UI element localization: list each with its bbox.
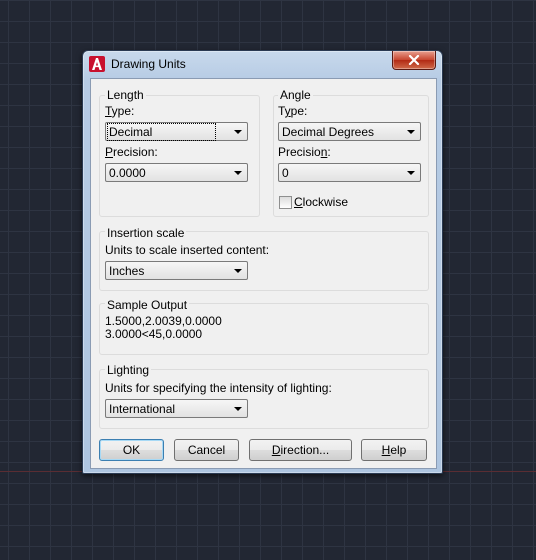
- length-precision-label: Precision:: [105, 145, 158, 159]
- angle-type-select[interactable]: Decimal Degrees: [278, 122, 421, 141]
- chevron-down-icon: [407, 130, 415, 134]
- insertion-units-label: Units to scale inserted content:: [105, 243, 270, 257]
- chevron-down-icon: [407, 171, 415, 175]
- clockwise-checkbox[interactable]: [279, 196, 292, 209]
- angle-type-value: Decimal Degrees: [282, 125, 375, 139]
- window-title: Drawing Units: [111, 57, 186, 71]
- close-icon: [408, 55, 420, 65]
- angle-precision-label: Precision:: [278, 145, 331, 159]
- lighting-group-label: Lighting: [105, 363, 152, 377]
- angle-precision-value: 0: [282, 166, 289, 180]
- length-type-select[interactable]: Decimal: [105, 122, 248, 141]
- sample-output-group-label: Sample Output: [105, 298, 190, 312]
- chevron-down-icon: [234, 269, 242, 273]
- dialog-client-area: Length Type: Decimal Precision: 0.0000 A…: [90, 78, 437, 469]
- length-type-value: Decimal: [106, 123, 217, 141]
- sample-output-line-2: 3.0000<45,0.0000: [105, 327, 203, 341]
- drawing-units-dialog: Drawing Units Length Type: Decimal Preci…: [82, 50, 443, 474]
- chevron-down-icon: [234, 130, 242, 134]
- autocad-icon: [89, 56, 105, 72]
- lighting-units-select[interactable]: International: [105, 399, 248, 418]
- insertion-units-value: Inches: [109, 264, 145, 278]
- angle-type-label: Type:: [278, 104, 308, 118]
- close-button[interactable]: [392, 51, 436, 70]
- direction-button[interactable]: Direction...: [249, 439, 352, 461]
- chevron-down-icon: [234, 171, 242, 175]
- cancel-button[interactable]: Cancel: [174, 439, 239, 461]
- length-group-label: Length: [105, 88, 146, 102]
- title-bar[interactable]: Drawing Units: [83, 51, 442, 77]
- angle-group-label: Angle: [278, 88, 313, 102]
- insertion-units-select[interactable]: Inches: [105, 261, 248, 280]
- length-precision-value: 0.0000: [109, 166, 146, 180]
- length-type-label: Type:: [105, 104, 135, 118]
- chevron-down-icon: [234, 407, 242, 411]
- lighting-units-label: Units for specifying the intensity of li…: [105, 381, 332, 395]
- lighting-units-value: International: [109, 402, 176, 416]
- ok-button[interactable]: OK: [99, 439, 164, 461]
- clockwise-label[interactable]: Clockwise: [294, 195, 348, 209]
- length-precision-select[interactable]: 0.0000: [105, 163, 248, 182]
- insertion-scale-group-label: Insertion scale: [105, 226, 187, 240]
- help-button[interactable]: Help: [361, 439, 427, 461]
- angle-precision-select[interactable]: 0: [278, 163, 421, 182]
